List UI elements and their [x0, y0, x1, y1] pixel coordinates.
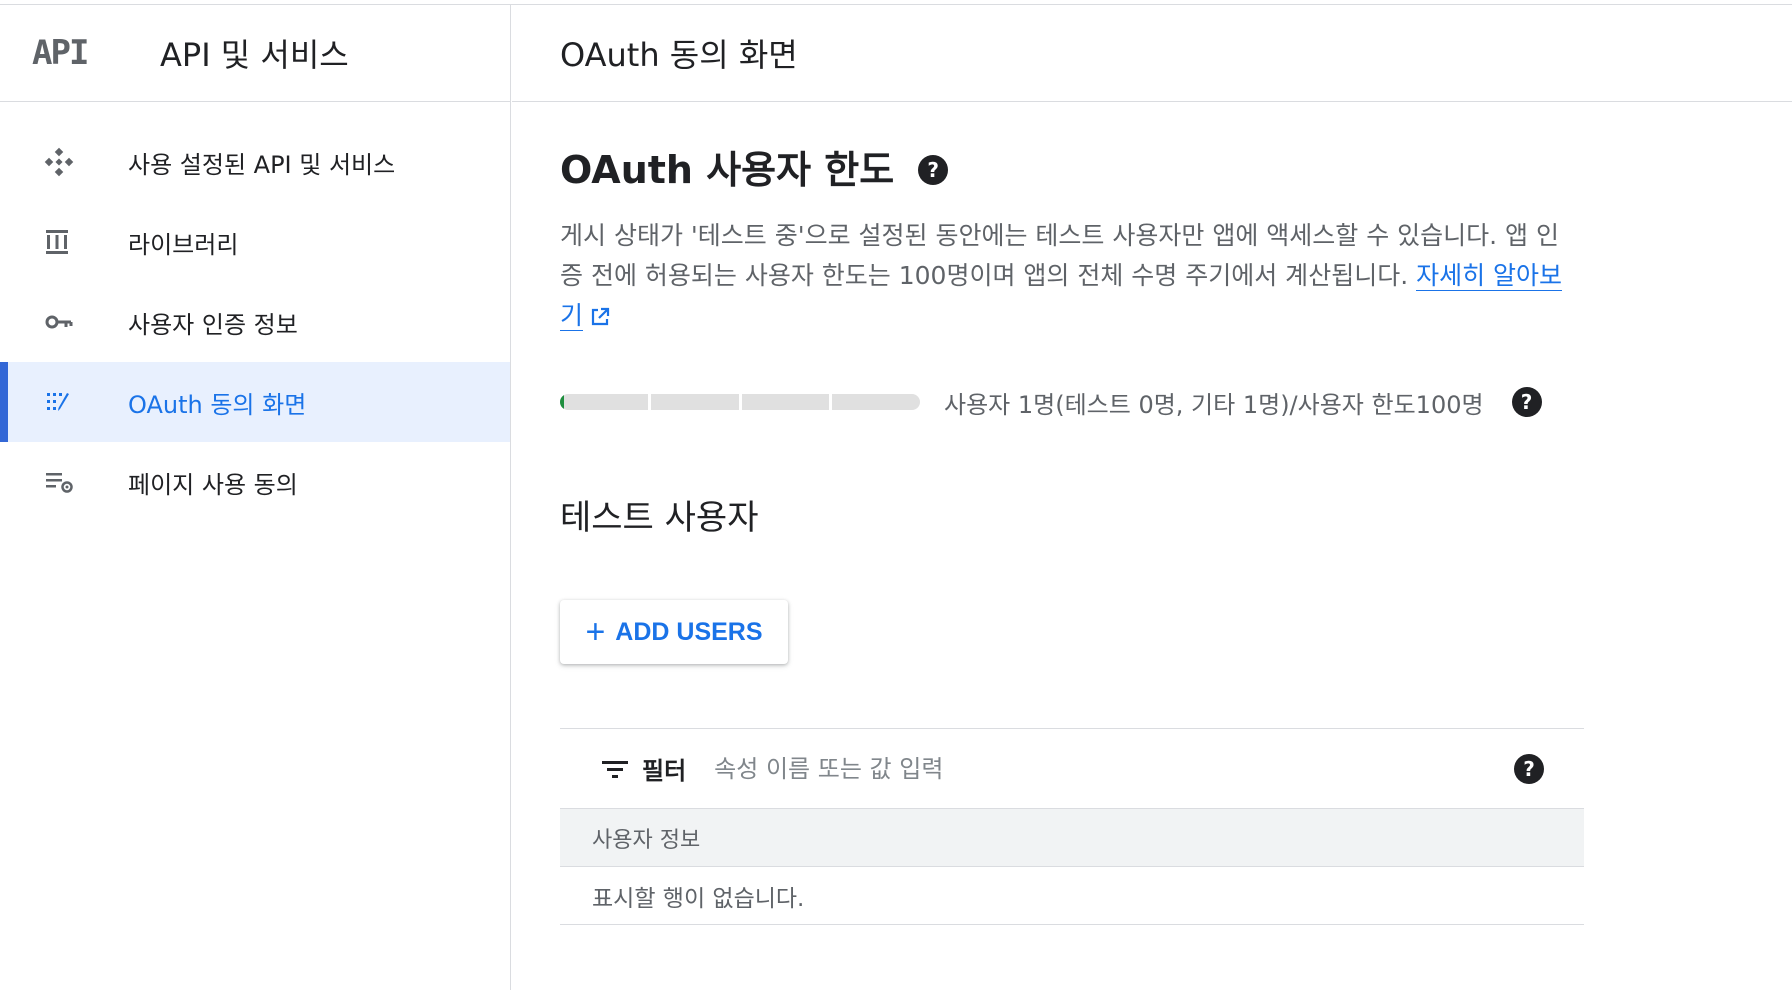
help-icon[interactable]: ?	[1511, 387, 1542, 417]
filter-icon	[602, 760, 628, 778]
main-header: OAuth 동의 화면	[512, 5, 1792, 102]
sidebar-item-credentials[interactable]: 사용자 인증 정보	[0, 282, 510, 362]
table-column-header[interactable]: 사용자 정보	[560, 809, 1584, 867]
user-quota-row: 사용자 1명(테스트 0명, 기타 1명)/사용자 한도100명 ?	[560, 382, 1584, 422]
api-diamond-icon	[44, 142, 108, 182]
test-users-table: 필터 ? 사용자 정보 표시할 행이 없습니다.	[560, 728, 1584, 925]
sidebar-item-label: OAuth 동의 화면	[128, 390, 307, 419]
sidebar-header: API API 및 서비스	[0, 5, 510, 102]
user-limit-section-header: OAuth 사용자 한도 ?	[560, 138, 1584, 194]
settings-list-icon	[44, 462, 108, 502]
add-users-label: ADD USERS	[615, 617, 763, 646]
progress-segment	[650, 394, 739, 410]
filter-input[interactable]	[714, 754, 1415, 783]
sidebar: API API 및 서비스 사용 설정된 API 및 서비스 라이브러리 사용자…	[0, 5, 511, 990]
user-limit-description: 게시 상태가 '테스트 중'으로 설정된 동안에는 테스트 사용자만 앱에 액세…	[560, 216, 1568, 336]
sidebar-item-label: 사용자 인증 정보	[128, 310, 298, 339]
sidebar-item-label: 페이지 사용 동의	[128, 470, 298, 499]
page-title: OAuth 동의 화면	[560, 36, 798, 74]
sidebar-item-enabled-apis[interactable]: 사용 설정된 API 및 서비스	[0, 122, 510, 202]
sidebar-item-page-usage-agreement[interactable]: 페이지 사용 동의	[0, 442, 510, 522]
library-icon	[44, 222, 108, 262]
oauth-consent-icon	[44, 382, 108, 422]
progress-fill	[560, 394, 564, 410]
column-header-label: 사용자 정보	[592, 827, 701, 853]
help-icon[interactable]: ?	[1514, 754, 1544, 784]
table-empty-row: 표시할 행이 없습니다.	[560, 867, 1584, 925]
main-content: OAuth 사용자 한도 ? 게시 상태가 '테스트 중'으로 설정된 동안에는…	[560, 102, 1584, 925]
help-icon[interactable]: ?	[918, 155, 949, 185]
sidebar-item-label: 라이브러리	[128, 230, 239, 259]
description-text: 게시 상태가 '테스트 중'으로 설정된 동안에는 테스트 사용자만 앱에 액세…	[560, 221, 1560, 290]
progress-segment	[741, 394, 830, 410]
empty-message: 표시할 행이 없습니다.	[592, 885, 805, 912]
progress-segment	[832, 394, 920, 410]
user-quota-text: 사용자 1명(테스트 0명, 기타 1명)/사용자 한도100명	[944, 390, 1484, 419]
sidebar-title: API 및 서비스	[160, 36, 349, 74]
filter-bar: 필터 ?	[560, 729, 1584, 809]
user-quota-progress-bar	[560, 394, 920, 410]
test-users-title: 테스트 사용자	[560, 498, 759, 538]
sidebar-item-library[interactable]: 라이브러리	[0, 202, 510, 282]
sidebar-nav: 사용 설정된 API 및 서비스 라이브러리 사용자 인증 정보 OAuth 동…	[0, 122, 510, 522]
external-link-icon	[591, 307, 610, 326]
api-logo-icon: API	[32, 33, 89, 73]
plus-icon: +	[585, 613, 606, 651]
sidebar-item-label: 사용 설정된 API 및 서비스	[128, 150, 396, 179]
add-users-button[interactable]: + ADD USERS	[560, 600, 788, 664]
key-icon	[44, 302, 108, 342]
sidebar-item-oauth-consent[interactable]: OAuth 동의 화면	[0, 362, 510, 442]
progress-segment	[560, 394, 648, 410]
user-limit-title: OAuth 사용자 한도	[560, 147, 895, 192]
filter-label: 필터	[642, 757, 687, 785]
